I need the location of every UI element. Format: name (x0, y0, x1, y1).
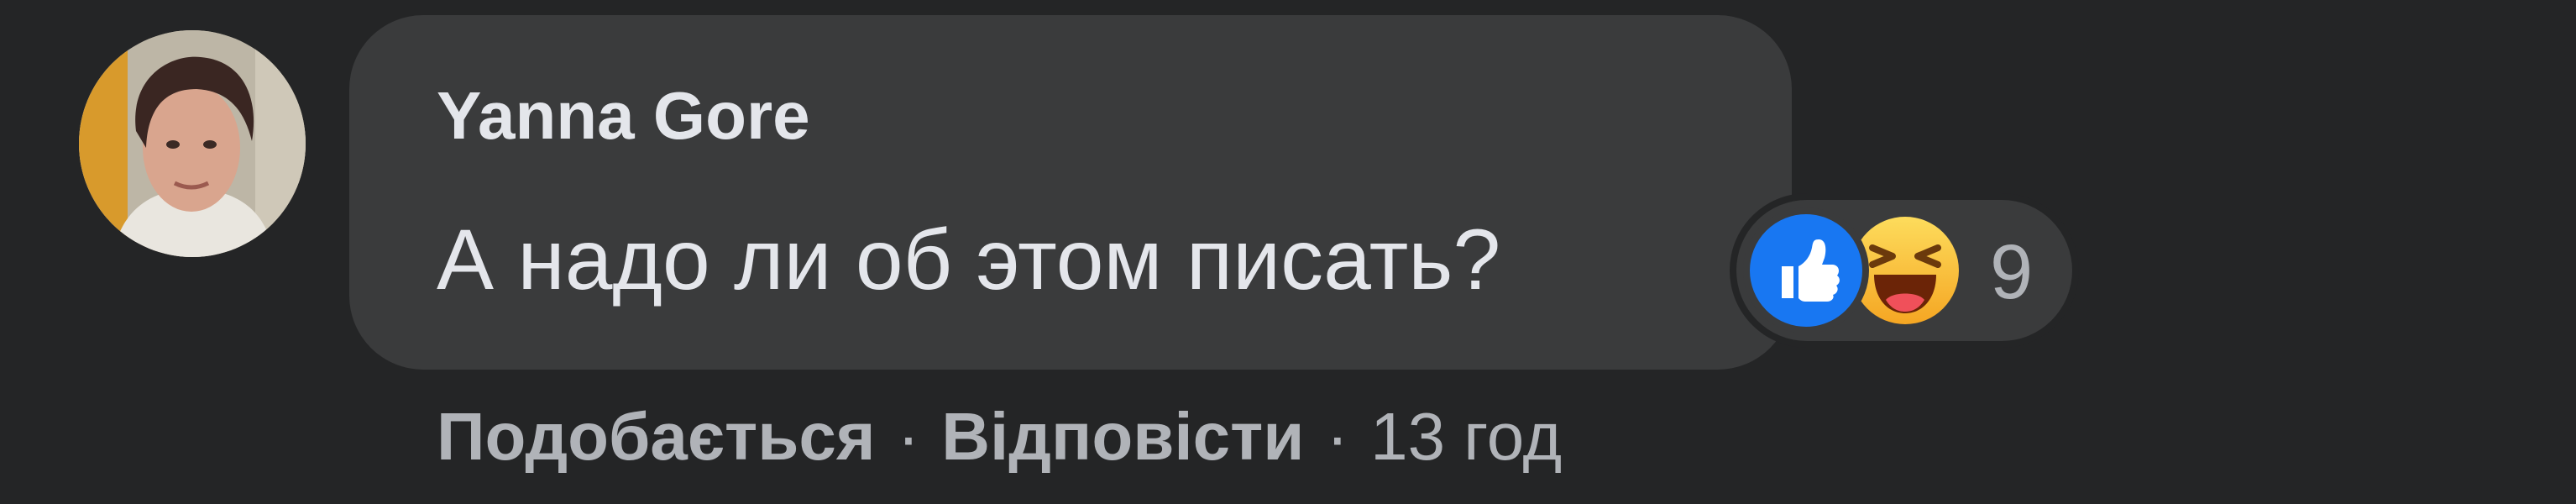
avatar-photo (79, 30, 306, 257)
separator: · (897, 399, 920, 474)
like-button[interactable]: Подобається (437, 398, 876, 475)
like-icon (1743, 207, 1869, 333)
reaction-count: 9 (1990, 229, 2034, 315)
comment: Yanna Gore А надо ли об этом писать? 9 П… (0, 0, 2576, 504)
comment-actions: Подобається · Відповісти · 13 год (437, 395, 1562, 479)
avatar[interactable] (79, 30, 306, 257)
reply-button[interactable]: Відповісти (941, 398, 1304, 475)
separator: · (1326, 399, 1349, 474)
comment-text: А надо ли об этом писать? (437, 212, 1501, 307)
comment-bubble: Yanna Gore А надо ли об этом писать? (349, 15, 1792, 370)
reactions-summary[interactable]: 9 (1736, 200, 2072, 341)
comment-timestamp[interactable]: 13 год (1370, 398, 1562, 475)
comment-author[interactable]: Yanna Gore (437, 82, 810, 150)
